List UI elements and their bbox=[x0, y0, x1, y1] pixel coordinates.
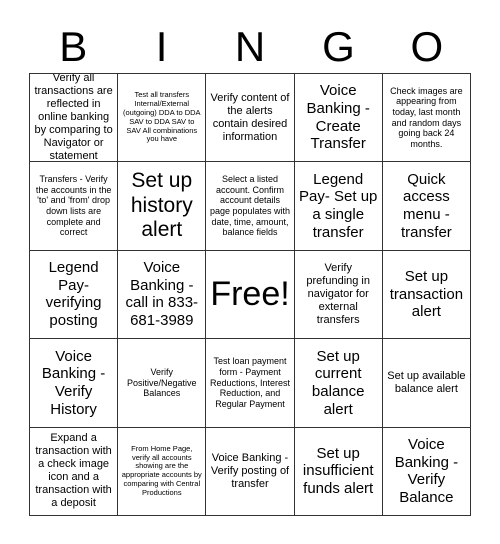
bingo-cell[interactable]: From Home Page, verify all accounts show… bbox=[118, 427, 207, 516]
bingo-cell[interactable]: Test loan payment form - Payment Reducti… bbox=[206, 339, 295, 428]
header-letter-n: N bbox=[234, 23, 266, 70]
bingo-cell[interactable]: Test all transfers Internal/External (ou… bbox=[118, 74, 207, 163]
bingo-cell[interactable]: Set up history alert bbox=[118, 162, 207, 251]
bingo-cell[interactable]: Legend Pay- Set up a single transfer bbox=[294, 162, 383, 251]
bingo-cell[interactable]: Voice Banking - Create Transfer bbox=[294, 74, 383, 163]
bingo-cell[interactable]: Expand a transaction with a check image … bbox=[30, 427, 119, 516]
bingo-cell[interactable]: Voice Banking - Verify History bbox=[30, 339, 119, 428]
free-space[interactable]: Free! bbox=[206, 250, 295, 340]
bingo-cell[interactable]: Transfers - Verify the accounts in the '… bbox=[30, 162, 119, 251]
bingo-cell[interactable]: Quick access menu - transfer bbox=[382, 162, 471, 251]
bingo-cell[interactable]: Voice Banking - Verify posting of transf… bbox=[206, 427, 295, 516]
bingo-cell[interactable]: Voice Banking - call in 833-681-3989 bbox=[118, 250, 207, 340]
bingo-cell[interactable]: Check images are appearing from today, l… bbox=[382, 74, 471, 163]
header-letter-g: G bbox=[322, 23, 355, 70]
bingo-cell[interactable]: Set up insufficient funds alert bbox=[294, 427, 383, 516]
bingo-cell[interactable]: Set up available balance alert bbox=[382, 339, 471, 428]
bingo-cell[interactable]: Set up current balance alert bbox=[294, 339, 383, 428]
bingo-cell[interactable]: Select a listed account. Confirm account… bbox=[206, 162, 295, 251]
bingo-cell[interactable]: Verify Positive/Negative Balances bbox=[118, 339, 207, 428]
bingo-cell[interactable]: Verify prefunding in navigator for exter… bbox=[294, 250, 383, 340]
header-letter-i: I bbox=[155, 23, 168, 70]
bingo-cell[interactable]: Set up transaction alert bbox=[382, 250, 471, 340]
bingo-cell[interactable]: Verify content of the alerts contain des… bbox=[206, 74, 295, 163]
bingo-cell[interactable]: Legend Pay- verifying posting bbox=[30, 250, 119, 340]
bingo-card: Verify all transactions are reflected in… bbox=[29, 73, 471, 516]
bingo-header: B I N G O bbox=[29, 22, 471, 72]
bingo-cell[interactable]: Verify all transactions are reflected in… bbox=[30, 74, 119, 163]
bingo-cell[interactable]: Voice Banking - Verify Balance bbox=[382, 427, 471, 516]
header-letter-o: O bbox=[410, 23, 444, 70]
header-letter-b: B bbox=[59, 23, 88, 70]
